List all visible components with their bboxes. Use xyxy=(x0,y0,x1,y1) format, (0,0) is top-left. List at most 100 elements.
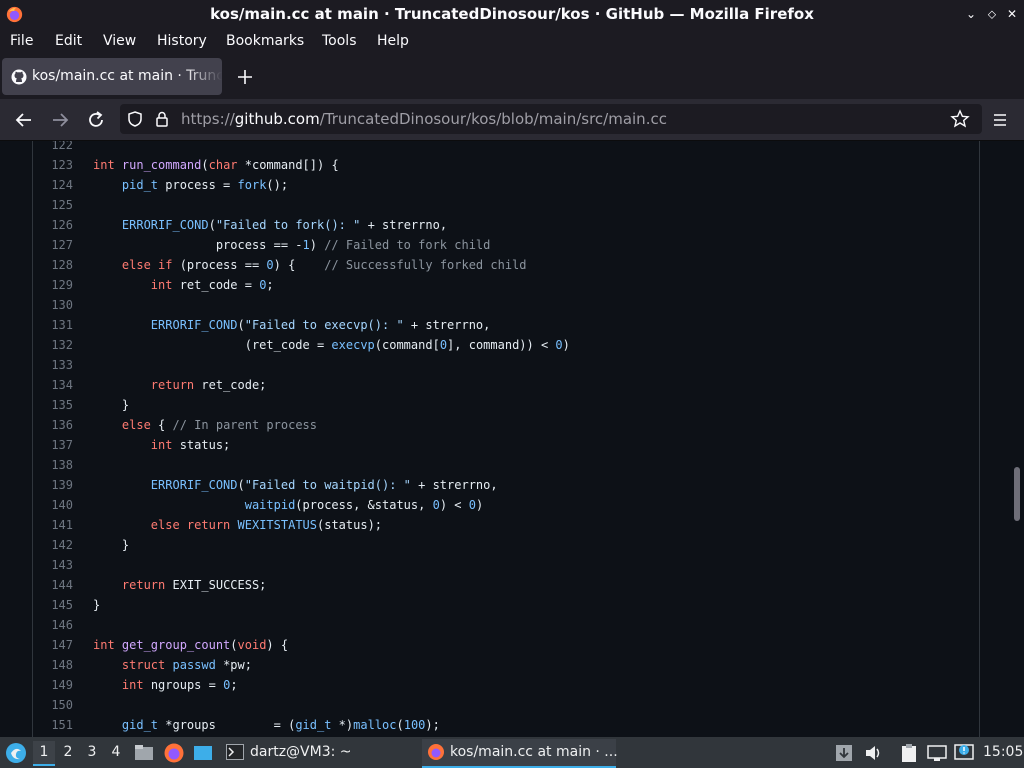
start-menu-icon[interactable] xyxy=(5,742,27,764)
code-token: 0 xyxy=(468,498,476,512)
workspace-2[interactable]: 2 xyxy=(57,741,79,764)
code-token: "Failed to waitpid(): " xyxy=(244,478,411,492)
line-number[interactable]: 136 xyxy=(33,415,73,435)
line-number[interactable]: 124 xyxy=(33,175,73,195)
volume-icon[interactable] xyxy=(862,742,884,764)
code-token: ERRORIF_COND xyxy=(121,218,209,232)
show-desktop-icon[interactable] xyxy=(192,742,214,764)
line-number[interactable]: 141 xyxy=(33,515,73,535)
line-number[interactable]: 147 xyxy=(33,635,73,655)
code-line: 147 int get_group_count(void) { xyxy=(33,635,979,655)
code-token: gid_t xyxy=(295,718,332,732)
close-button[interactable]: ✕ xyxy=(1004,6,1020,22)
code-text: ERRORIF_COND("Failed to waitpid(): " + s… xyxy=(93,475,498,495)
menu-view[interactable]: View xyxy=(103,29,136,54)
line-number[interactable]: 129 xyxy=(33,275,73,295)
line-number[interactable]: 133 xyxy=(33,355,73,375)
line-number[interactable]: 139 xyxy=(33,475,73,495)
code-text: process == -1) // Failed to fork child xyxy=(93,235,491,255)
workspace-4[interactable]: 4 xyxy=(105,741,127,764)
clipboard-icon[interactable] xyxy=(898,742,920,764)
line-number[interactable]: 126 xyxy=(33,215,73,235)
network-icon[interactable] xyxy=(926,742,948,764)
code-token: malloc xyxy=(353,718,397,732)
code-token: ( xyxy=(237,478,245,492)
code-line: 122 xyxy=(33,141,979,155)
task-firefox[interactable]: kos/main.cc at main · ... xyxy=(422,739,618,768)
line-number[interactable]: 138 xyxy=(33,455,73,475)
url-bar[interactable]: https://github.com/TruncatedDinosour/kos… xyxy=(120,104,982,134)
line-number[interactable]: 125 xyxy=(33,195,73,215)
line-number[interactable]: 145 xyxy=(33,595,73,615)
menu-tools[interactable]: Tools xyxy=(322,29,357,54)
code-line: 128 else if (process == 0) { // Successf… xyxy=(33,255,979,275)
line-number[interactable]: 132 xyxy=(33,335,73,355)
menu-file[interactable]: File xyxy=(10,29,33,54)
menu-history[interactable]: History xyxy=(157,29,207,54)
line-number[interactable]: 149 xyxy=(33,675,73,695)
code-line: 131 ERRORIF_COND("Failed to execvp(): " … xyxy=(33,315,979,335)
code-text: ERRORIF_COND("Failed to fork(): " + stre… xyxy=(93,215,447,235)
code-token: process == - xyxy=(93,238,303,252)
menu-bar: File Edit View History Bookmarks Tools H… xyxy=(0,29,1024,54)
line-number[interactable]: 123 xyxy=(33,155,73,175)
line-number[interactable]: 128 xyxy=(33,255,73,275)
line-number[interactable]: 148 xyxy=(33,655,73,675)
code-line: 142 } xyxy=(33,535,979,555)
code-line: 130 xyxy=(33,295,979,315)
notifications-icon[interactable] xyxy=(953,742,975,764)
code-token: (status); xyxy=(317,518,383,532)
taskbar: 1 2 3 4 dartz@VM3: ~ kos/main.cc at main… xyxy=(0,737,1024,768)
file-manager-icon[interactable] xyxy=(133,742,155,764)
firefox-launcher-icon[interactable] xyxy=(163,742,185,764)
code-token: 1 xyxy=(302,238,310,252)
line-number[interactable]: 135 xyxy=(33,395,73,415)
line-number[interactable]: 131 xyxy=(33,315,73,335)
reload-icon[interactable] xyxy=(84,108,108,132)
tray-updates-icon[interactable] xyxy=(833,742,855,764)
code-text: struct passwd *pw; xyxy=(93,655,252,675)
code-token: + strerrno, xyxy=(410,478,498,492)
code-token: WEXITSTATUS xyxy=(237,518,317,532)
shield-icon[interactable] xyxy=(126,110,144,128)
menu-help[interactable]: Help xyxy=(377,29,409,54)
code-token: pid_t xyxy=(121,178,159,192)
line-number[interactable]: 122 xyxy=(33,141,73,155)
line-number[interactable]: 151 xyxy=(33,715,73,735)
back-icon[interactable] xyxy=(12,108,36,132)
line-number[interactable]: 150 xyxy=(33,695,73,715)
code-text: ERRORIF_COND("Failed to execvp(): " + st… xyxy=(93,315,491,335)
url-text[interactable]: https://github.com/TruncatedDinosour/kos… xyxy=(181,104,667,134)
forward-icon[interactable] xyxy=(48,108,72,132)
tab-active[interactable]: kos/main.cc at main · TruncatedDinosour/… xyxy=(2,58,222,95)
lock-icon[interactable] xyxy=(153,110,171,128)
code-token: ) xyxy=(475,498,484,512)
line-number[interactable]: 137 xyxy=(33,435,73,455)
menu-bookmarks[interactable]: Bookmarks xyxy=(226,29,304,54)
code-line: 140 waitpid(process, &status, 0) < 0) xyxy=(33,495,979,515)
line-number[interactable]: 143 xyxy=(33,555,73,575)
task-terminal[interactable]: dartz@VM3: ~ xyxy=(222,739,412,766)
line-number[interactable]: 146 xyxy=(33,615,73,635)
code-token: *pw; xyxy=(215,658,252,672)
line-number[interactable]: 142 xyxy=(33,535,73,555)
maximize-button[interactable]: ⬦ xyxy=(984,6,1000,22)
new-tab-icon[interactable] xyxy=(234,66,256,88)
scrollbar-thumb[interactable] xyxy=(1014,467,1020,521)
minimize-button[interactable]: ⌄ xyxy=(963,6,979,22)
line-number[interactable]: 140 xyxy=(33,495,73,515)
workspace-3[interactable]: 3 xyxy=(81,741,103,764)
line-number[interactable]: 134 xyxy=(33,375,73,395)
line-number[interactable]: 127 xyxy=(33,235,73,255)
code-token: (process, &status, xyxy=(295,498,433,512)
code-token: ngroups = xyxy=(143,678,224,692)
code-line: 135 } xyxy=(33,395,979,415)
menu-edit[interactable]: Edit xyxy=(55,29,82,54)
bookmark-star-icon[interactable] xyxy=(950,109,970,129)
workspace-1[interactable]: 1 xyxy=(33,741,55,766)
line-number[interactable]: 144 xyxy=(33,575,73,595)
code-token: ret_code; xyxy=(194,378,267,392)
line-number[interactable]: 130 xyxy=(33,295,73,315)
hamburger-menu-icon[interactable] xyxy=(988,108,1012,132)
